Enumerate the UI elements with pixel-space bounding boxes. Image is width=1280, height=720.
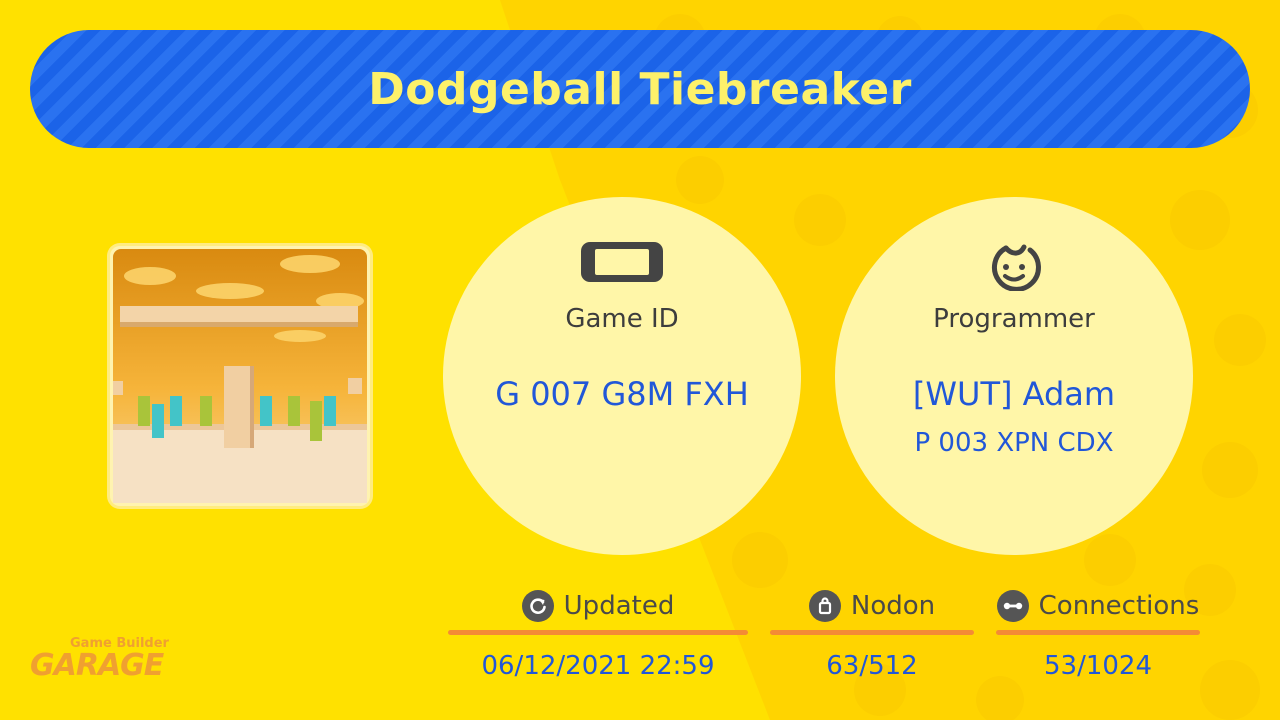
nodon-value: 63/512 (826, 651, 918, 681)
nodon-stat: Nodon 63/512 (770, 586, 974, 681)
switch-console-icon (443, 241, 801, 289)
face-icon (835, 241, 1193, 291)
nodon-divider (770, 630, 974, 635)
connections-divider (996, 630, 1200, 635)
updated-divider (448, 630, 748, 635)
link-icon (996, 590, 1029, 622)
refresh-icon (521, 590, 554, 622)
game-id-label: Game ID (565, 304, 679, 334)
programmer-id: P 003 XPN CDX (914, 428, 1114, 458)
programmer-panel: Programmer [WUT] Adam P 003 XPN CDX (835, 197, 1193, 555)
bag-icon (808, 590, 841, 622)
connections-value: 53/1024 (1043, 651, 1152, 681)
game-id-panel: Game ID G 007 G8M FXH (443, 197, 801, 555)
connections-label: Connections (1038, 591, 1200, 621)
logo-big-text: GARAGE (30, 648, 164, 683)
game-title: Dodgeball Tiebreaker (368, 63, 912, 115)
title-banner: Dodgeball Tiebreaker (30, 30, 1250, 148)
game-thumbnail-image (113, 249, 367, 503)
updated-label: Updated (563, 591, 675, 621)
connections-stat: Connections 53/1024 (996, 586, 1200, 681)
nodon-label: Nodon (850, 591, 936, 621)
game-builder-garage-logo: Game Builder GARAGE (30, 636, 170, 686)
programmer-label: Programmer (933, 304, 1095, 334)
game-thumbnail (110, 246, 370, 506)
updated-value: 06/12/2021 22:59 (481, 651, 715, 681)
programmer-name: [WUT] Adam (912, 375, 1116, 413)
game-id-value: G 007 G8M FXH (495, 375, 749, 413)
updated-stat: Updated 06/12/2021 22:59 (448, 586, 748, 681)
